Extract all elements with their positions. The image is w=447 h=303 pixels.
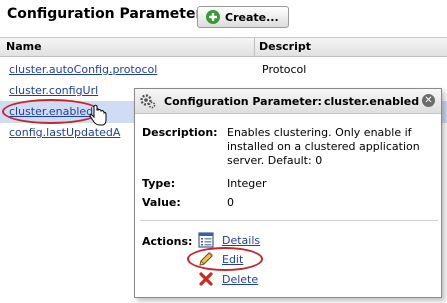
highlight-oval bbox=[2, 99, 100, 124]
details-link[interactable]: Details bbox=[222, 234, 260, 247]
type-value: Integer bbox=[227, 177, 267, 190]
divider bbox=[140, 220, 438, 221]
row-name-link[interactable]: cluster.autoConfig.protocol bbox=[9, 63, 157, 76]
details-list-icon bbox=[198, 232, 214, 248]
plus-icon bbox=[206, 10, 220, 24]
delete-link[interactable]: Delete bbox=[222, 273, 258, 286]
create-button-label: Create... bbox=[225, 10, 279, 24]
highlight-oval bbox=[187, 247, 263, 271]
value-label: Value: bbox=[142, 196, 181, 209]
close-icon[interactable]: ✕ bbox=[422, 94, 435, 107]
row-name-link[interactable]: cluster.configUrl bbox=[9, 84, 98, 97]
details-action[interactable]: Details bbox=[198, 232, 260, 248]
table-row[interactable]: cluster.autoConfig.protocol Protocol bbox=[0, 59, 447, 81]
create-button[interactable]: Create... bbox=[197, 6, 289, 28]
value-value: 0 bbox=[227, 196, 234, 209]
popup-title-bar: Configuration Parameter: cluster.enabled… bbox=[135, 89, 441, 114]
config-parameter-popup: Configuration Parameter: cluster.enabled… bbox=[134, 88, 442, 298]
column-header-description[interactable]: Descript bbox=[259, 40, 311, 53]
popup-parameter-name: cluster.enabled bbox=[324, 95, 420, 108]
panel-title: Configuration Parameters bbox=[7, 6, 211, 22]
row-description: Protocol bbox=[262, 63, 307, 76]
delete-action[interactable]: Delete bbox=[198, 271, 258, 287]
type-label: Type: bbox=[142, 177, 176, 190]
gear-icon bbox=[140, 94, 156, 109]
grid-header: Name Descript bbox=[0, 37, 447, 57]
column-header-name[interactable]: Name bbox=[6, 40, 42, 53]
popup-title: Configuration Parameter: bbox=[164, 95, 322, 108]
delete-x-icon bbox=[199, 272, 213, 286]
description-value: Enables clustering. Only enable if insta… bbox=[227, 126, 420, 167]
description-label: Description: bbox=[142, 126, 218, 139]
hand-cursor-icon bbox=[89, 104, 107, 126]
actions-label: Actions: bbox=[142, 235, 193, 248]
column-divider[interactable] bbox=[254, 38, 255, 56]
